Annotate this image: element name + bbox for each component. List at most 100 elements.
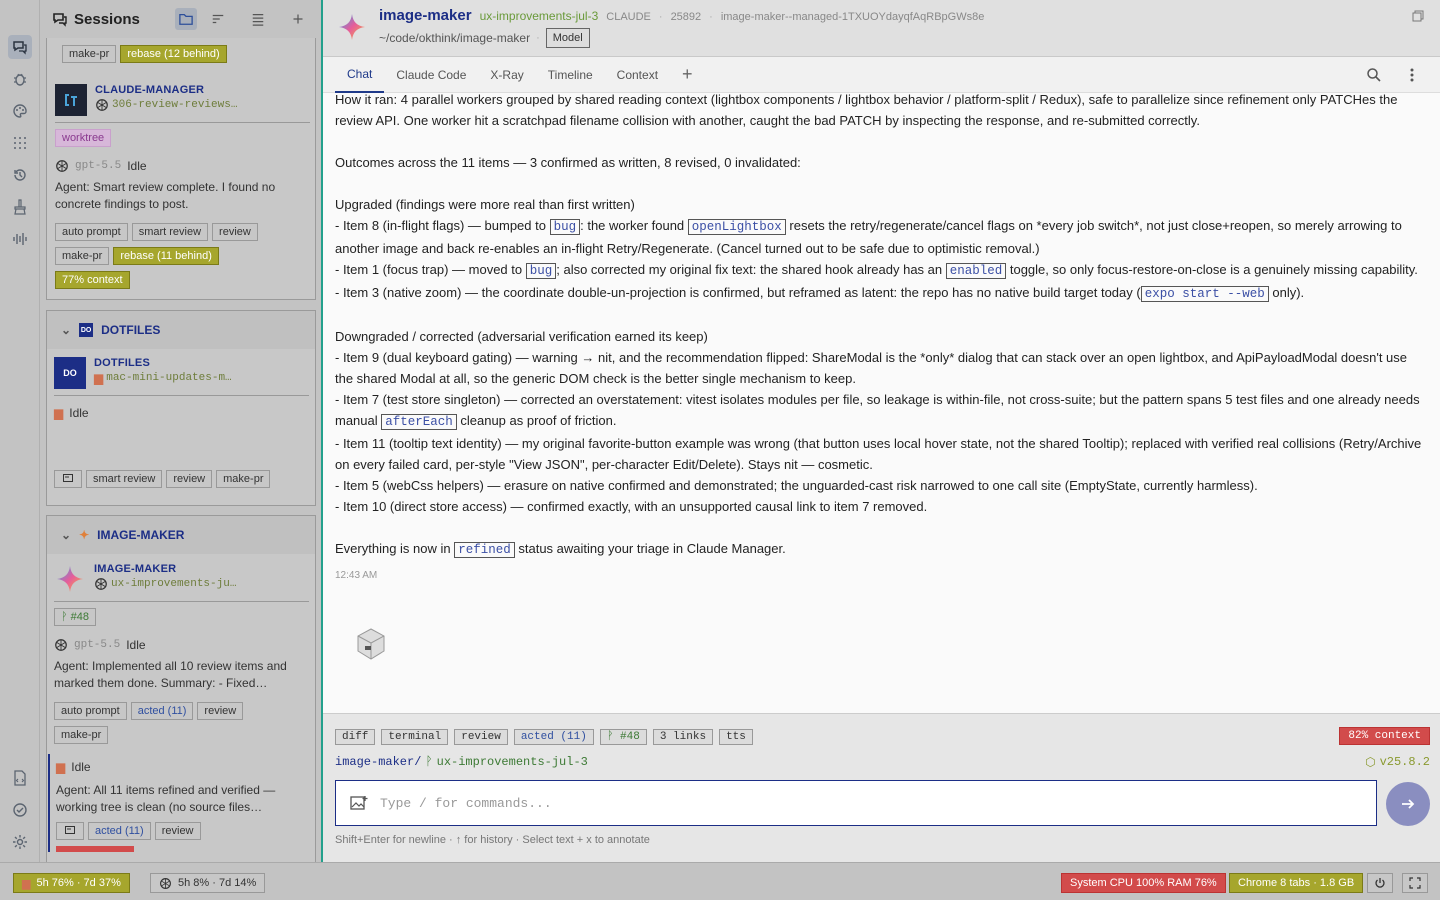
context-usage-badge: 82% context [1339,727,1430,745]
review-tag[interactable]: review [212,223,258,241]
review-tag[interactable]: review [166,470,213,488]
acted-tag[interactable]: acted (11) [130,702,194,720]
openai-icon [94,577,108,591]
send-button[interactable] [1386,782,1430,826]
chrome-usage[interactable]: Chrome 8 tabs · 1.8 GB [1229,873,1364,893]
make-pr-tag[interactable]: make-pr [55,247,110,265]
auto-prompt-tag[interactable]: auto prompt [54,702,127,720]
gear-icon[interactable] [8,830,32,854]
tab-context[interactable]: Context [605,57,670,93]
message-input[interactable]: Type / for commands... [335,780,1377,826]
dotfiles-section-header[interactable]: ⌄ DO DOTFILES [47,311,315,349]
rebase-tag[interactable]: rebase (12 behind) [120,45,227,63]
system-usage[interactable]: System CPU 100% RAM 76% [1061,873,1226,893]
terminal-tag[interactable] [56,822,84,840]
make-pr-tag[interactable]: make-pr [216,470,271,488]
message-item: - Item 9 (dual keyboard gating) — warnin… [335,350,1408,386]
status-bar: ▆ 5h 76% · 7d 37% 5h 8% · 7d 14% System C… [0,862,1440,900]
audio-wave-icon[interactable] [8,227,32,251]
pr-tag[interactable]: ᚹ #48 [599,729,647,745]
claude-manager-session[interactable]: CLAUDE-MANAGER 306-review-reviews… workt… [55,84,310,289]
model-button[interactable]: Model [545,28,590,48]
claude-manager-group: make-pr rebase (12 behind) CLAUDE-MANAGER… [46,38,316,300]
message-heading: Downgraded / corrected (adversarial veri… [335,329,708,344]
power-icon[interactable] [1367,873,1393,893]
tab-bar: Chat Claude Code X-Ray Timeline Context … [323,57,1440,93]
image-maker-session[interactable]: IMAGE-MAKER ux-improvements-ju… ᚹ #48 gp… [48,563,309,852]
session-name: CLAUDE-MANAGER [95,84,205,96]
session-branch: mac-mini-updates-m… [106,372,232,384]
make-pr-tag[interactable]: make-pr [62,45,117,63]
search-icon[interactable] [1366,67,1382,86]
terminal-tag[interactable]: terminal [381,729,449,745]
agent-summary: Agent: Implemented all 10 review items a… [54,659,287,690]
message-heading: Upgraded (findings were more real than f… [335,197,635,212]
footer-project: image-maker/ [335,755,422,769]
chat-bubbles-icon[interactable] [8,35,32,59]
session-header: image-maker ux-improvements-jul-3 CLAUDE… [323,0,1440,57]
sort-icon[interactable] [207,8,229,30]
more-menu-icon[interactable] [1410,67,1414,86]
section-title: DOTFILES [101,323,161,337]
terminal-tag[interactable] [54,470,82,488]
smart-review-tag[interactable]: smart review [131,223,209,241]
dotfiles-icon: DO [79,323,94,337]
diff-tag[interactable]: diff [335,729,376,745]
review-tag[interactable]: review [197,702,244,720]
claude-crab-icon: ▆ [94,371,104,385]
tab-claude-code[interactable]: Claude Code [384,57,478,93]
acted-tag[interactable]: acted (11) [88,822,151,840]
dotfiles-session[interactable]: DO DOTFILES ▆ mac-mini-updates-m… ▆ Idle… [54,357,309,488]
attach-image-icon[interactable] [350,795,368,811]
bug-icon[interactable] [8,67,32,91]
status-text: Idle [69,406,89,420]
rebase-tag[interactable]: rebase (11 behind) [113,247,219,265]
palette-icon[interactable] [8,99,32,123]
acted-tag[interactable]: acted (11) [513,729,594,745]
pr-badge[interactable]: ᚹ #48 [54,608,97,626]
message-paragraph: Everything is now in refined status awai… [335,541,786,558]
fullscreen-icon[interactable] [1402,873,1428,893]
check-badge-icon[interactable] [8,798,32,822]
review-tag[interactable]: review [454,729,508,745]
status-text: Idle [71,760,91,774]
branch-name: ux-improvements-jul-3 [479,9,599,23]
message-item: - Item 10 (direct store access) — confir… [335,499,928,514]
add-tab-icon[interactable]: + [670,57,705,93]
sub-session[interactable]: ▆ Idle Agent: All 11 items refined and v… [48,754,309,852]
message-item: - Item 11 (tooltip text identity) — my o… [335,436,1422,472]
tab-x-ray[interactable]: X-Ray [478,57,535,93]
message-paragraph: Outcomes across the 11 items — 3 confirm… [335,155,801,170]
tab-timeline[interactable]: Timeline [536,57,605,93]
context-tag-partial [56,846,134,852]
code-openlightbox: openLightbox [687,219,786,235]
message-paragraph: How it ran: 4 parallel workers grouped b… [335,92,1398,128]
claude-crab-icon: ▆ [54,406,64,420]
auto-prompt-tag[interactable]: auto prompt [55,223,128,241]
tab-chat[interactable]: Chat [335,57,385,93]
sessions-panel: Sessions make-pr rebase (12 behind) CLAUD… [40,0,321,862]
worktree-badge: worktree [55,129,112,147]
session-name: DOTFILES [94,357,150,369]
gpt-usage[interactable]: 5h 8% · 7d 14% [150,873,266,893]
dot-grid-icon[interactable] [8,131,32,155]
pr-number: #48 [70,611,90,623]
smart-review-tag[interactable]: smart review [86,470,163,488]
make-pr-tag[interactable]: make-pr [54,726,109,744]
code-enabled: enabled [945,263,1007,279]
list-view-icon[interactable] [247,8,269,30]
context-tag: 77% context [55,271,130,289]
broom-icon[interactable] [8,195,32,219]
tts-tag[interactable]: tts [719,729,753,745]
footer-tags: diff terminal review acted (11) ᚹ #48 3 links… [335,728,759,745]
add-session-icon[interactable] [287,8,309,30]
links-tag[interactable]: 3 links [652,729,714,745]
session-name: IMAGE-MAKER [94,563,177,575]
document-code-icon[interactable] [8,766,32,790]
review-tag[interactable]: review [154,822,201,840]
claude-usage[interactable]: ▆ 5h 76% · 7d 37% [13,873,130,893]
image-maker-section-header[interactable]: ⌄ ✦ IMAGE-MAKER [47,516,315,554]
history-icon[interactable] [8,163,32,187]
copy-icon[interactable] [1412,10,1424,25]
folder-view-icon[interactable] [175,8,197,30]
